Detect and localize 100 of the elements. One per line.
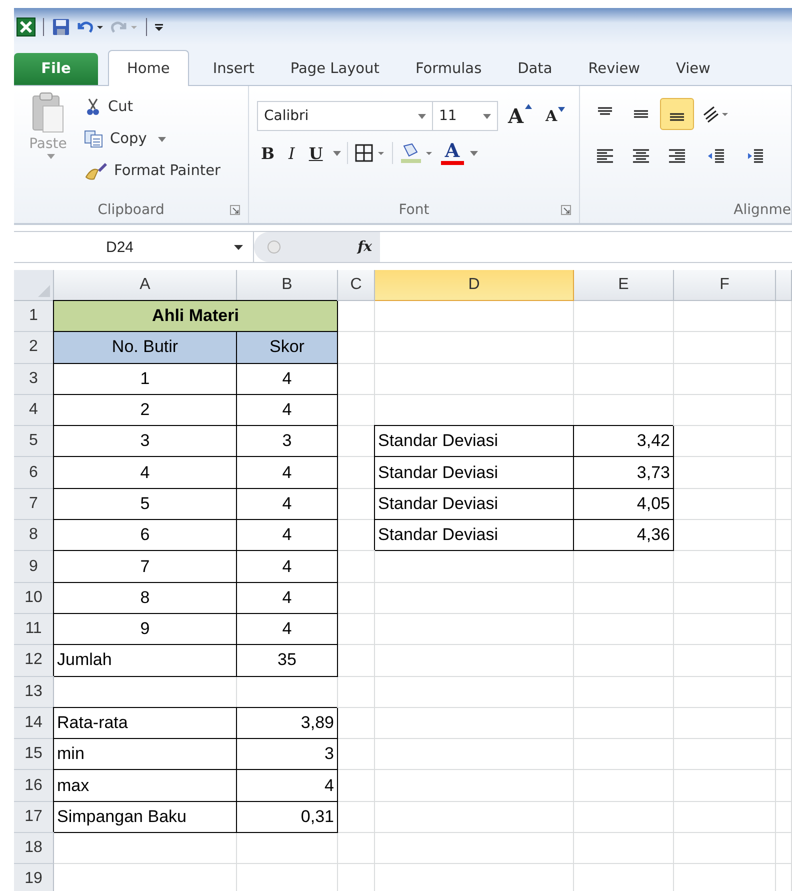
header-cell: Skor (237, 332, 338, 364)
align-center-icon (632, 149, 650, 163)
corner-triangle-icon (37, 284, 51, 298)
italic-button[interactable]: I (284, 144, 299, 162)
row-header[interactable]: 19 (14, 864, 54, 891)
table-cell: 4 (237, 770, 338, 802)
shrink-font-button[interactable]: A (542, 107, 570, 125)
table-cell: 6 (54, 520, 237, 552)
empty-cell (338, 645, 375, 677)
ribbon-tab[interactable]: Home (108, 50, 189, 86)
column-header[interactable]: A (54, 270, 237, 301)
empty-cell (776, 457, 792, 489)
insert-function-button[interactable]: fx (358, 239, 372, 255)
row-header[interactable]: 1 (14, 301, 54, 332)
clipboard-icon (31, 92, 65, 134)
caret-icon (46, 154, 54, 159)
excel-logo-icon (16, 16, 36, 36)
underline-button[interactable]: U (304, 144, 327, 162)
header-cell: No. Butir (54, 332, 237, 364)
font-color-button[interactable]: A (440, 141, 464, 165)
table-cell: 4 (237, 614, 338, 646)
row-header[interactable]: 15 (14, 739, 54, 770)
table-cell: min (54, 739, 237, 770)
ribbon-tab[interactable]: Formulas (397, 53, 500, 85)
table-cell: 4,36 (574, 520, 674, 552)
row-header[interactable]: 5 (14, 426, 54, 458)
ribbon-tab[interactable]: Page Layout (272, 53, 398, 85)
table-cell: 3,73 (574, 457, 674, 489)
copy-icon (84, 130, 104, 148)
table-cell: 3,42 (574, 426, 674, 458)
grow-font-button[interactable]: A (504, 104, 536, 128)
align-button[interactable] (660, 98, 694, 130)
caret-icon[interactable] (332, 150, 341, 156)
bold-button[interactable]: B (257, 144, 279, 162)
table-cell: max (54, 770, 237, 802)
font-name-field[interactable]: Calibri (257, 101, 433, 131)
table-cell: 4 (54, 457, 237, 489)
row-header[interactable]: 16 (14, 770, 54, 802)
table-cell: Jumlah (54, 645, 237, 677)
empty-cell (338, 551, 375, 583)
format-painter-button[interactable]: Format Painter (82, 156, 222, 186)
empty-cell (776, 833, 792, 864)
borders-icon[interactable] (354, 143, 386, 163)
table-cell: 3 (237, 739, 338, 770)
row-header[interactable]: 12 (14, 645, 54, 677)
empty-cell (776, 582, 792, 614)
file-tab[interactable]: File (14, 53, 98, 85)
empty-cell (776, 645, 792, 677)
row-header[interactable]: 18 (14, 833, 54, 864)
font-size-field[interactable]: 11 (432, 101, 498, 131)
row-header[interactable]: 2 (14, 332, 54, 364)
table-cell: Standar Deviasi (375, 457, 574, 489)
ribbon-tab[interactable]: Review (570, 53, 658, 85)
row-header[interactable]: 8 (14, 520, 54, 552)
up-triangle-icon (524, 104, 532, 109)
empty-cell (776, 802, 792, 834)
table-cell: 4 (237, 488, 338, 520)
empty-cell (338, 833, 375, 864)
empty-cell (338, 676, 375, 708)
row-header[interactable]: 7 (14, 488, 54, 520)
empty-cell (776, 739, 792, 770)
dialog-launcher-icon[interactable] (230, 205, 240, 215)
text-angle-icon (702, 105, 730, 123)
row-header[interactable]: 10 (14, 582, 54, 614)
row-header[interactable]: 14 (14, 708, 54, 740)
dialog-launcher-icon[interactable] (561, 205, 571, 215)
table-cell: 2 (54, 394, 237, 426)
table-cell: Rata-rata (54, 708, 237, 740)
table-cell: 35 (237, 645, 338, 677)
fill-color-icon[interactable] (398, 142, 435, 164)
table-cell: 4 (237, 551, 338, 583)
column-header[interactable]: D (375, 270, 574, 301)
copy-button[interactable]: Copy (82, 124, 222, 154)
row-header[interactable]: 13 (14, 676, 54, 708)
row-header[interactable]: 4 (14, 394, 54, 426)
column-header[interactable]: C (338, 270, 375, 301)
column-header[interactable]: E (574, 270, 674, 301)
row-header[interactable]: 17 (14, 802, 54, 834)
ribbon-tab[interactable]: Data (500, 53, 570, 85)
column-header[interactable]: F (674, 270, 776, 301)
column-header[interactable]: B (237, 270, 338, 301)
empty-cell (776, 770, 792, 802)
ribbon-tab[interactable]: View (658, 53, 728, 85)
ribbon-tab[interactable]: Insert (194, 53, 272, 85)
empty-cell (776, 332, 792, 364)
group-label: Clipboard (98, 202, 164, 218)
empty-cell (338, 614, 375, 646)
save-icon[interactable] (51, 16, 71, 36)
row-header[interactable]: 3 (14, 364, 54, 395)
caret-icon (158, 136, 166, 142)
empty-cell (776, 614, 792, 646)
table-cell: 4,05 (574, 488, 674, 520)
table-cell: 3,89 (237, 708, 338, 740)
expand-handle-icon[interactable] (266, 239, 282, 255)
caret-icon[interactable] (470, 150, 478, 156)
row-header[interactable]: 9 (14, 551, 54, 583)
cut-button[interactable]: Cut (82, 92, 222, 122)
decrease-indent-icon (707, 149, 725, 163)
row-header[interactable]: 11 (14, 614, 54, 646)
row-header[interactable]: 6 (14, 457, 54, 489)
